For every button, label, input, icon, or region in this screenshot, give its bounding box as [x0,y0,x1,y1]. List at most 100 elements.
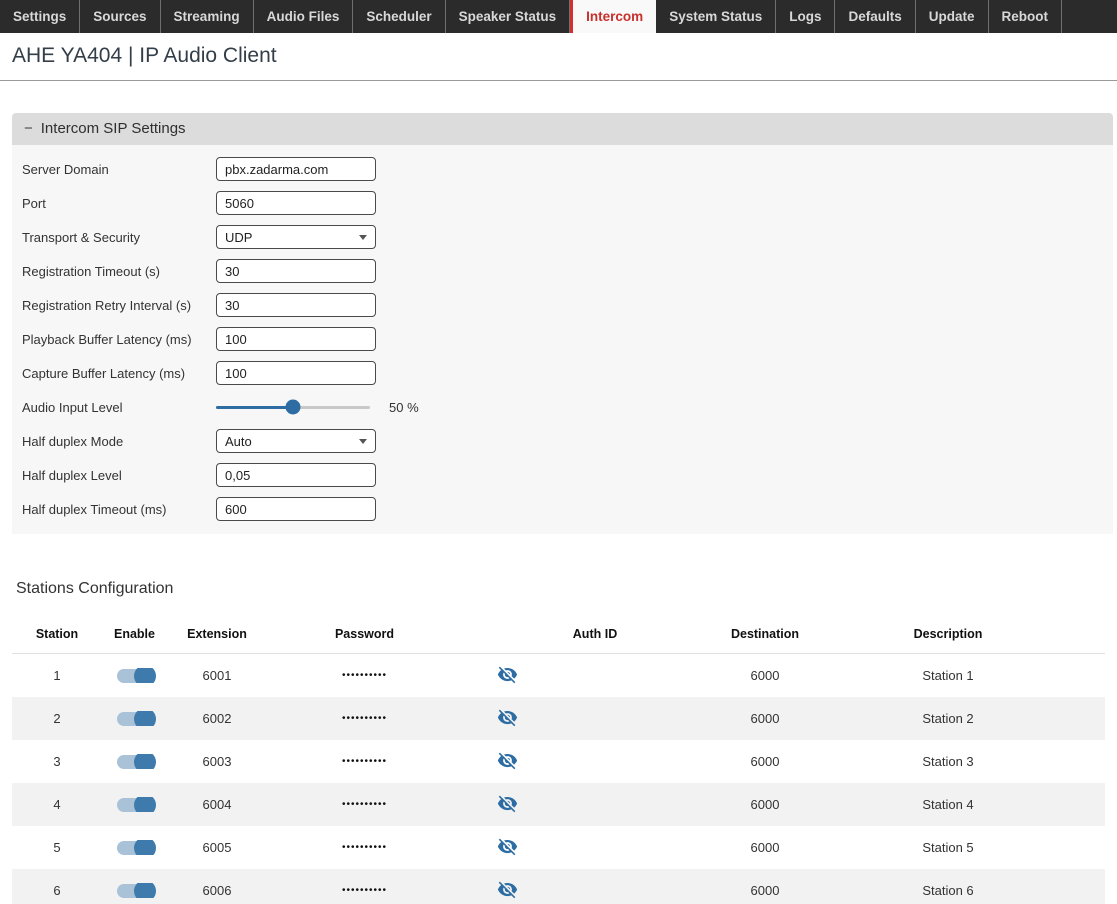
half-duplex-level-input[interactable] [216,463,376,487]
enable-toggle[interactable] [117,712,153,726]
collapse-icon[interactable]: − [24,120,33,137]
password-mask: •••••••••• [267,842,462,853]
tab-streaming[interactable]: Streaming [161,0,254,33]
tab-logs[interactable]: Logs [776,0,835,33]
half-duplex-mode-label: Half duplex Mode [22,434,216,449]
port-input[interactable] [216,191,376,215]
enable-toggle[interactable] [117,884,153,898]
station-number: 1 [12,668,102,683]
tab-speaker-status[interactable]: Speaker Status [446,0,571,33]
description-value: Station 4 [892,797,1004,812]
eye-cell [462,836,552,860]
eye-off-icon[interactable] [497,664,518,685]
table-row: 36003••••••••••6000Station 3 [12,740,1105,783]
tab-sources[interactable]: Sources [80,0,160,33]
transport-security-label: Transport & Security [22,230,216,245]
field-row: Half duplex Timeout (ms) [12,492,1113,526]
eye-off-icon[interactable] [497,836,518,857]
extension-value: 6002 [167,711,267,726]
audio-input-level-value: 50 % [389,400,419,415]
enable-toggle[interactable] [117,755,153,769]
half-duplex-mode-select[interactable]: Auto [216,429,376,453]
password-mask: •••••••••• [267,670,462,681]
capture-buffer-latency-label: Capture Buffer Latency (ms) [22,366,216,381]
registration-retry-interval-label: Registration Retry Interval (s) [22,298,216,313]
tab-audio-files[interactable]: Audio Files [254,0,354,33]
half-duplex-timeout-input[interactable] [216,497,376,521]
tab-defaults[interactable]: Defaults [835,0,915,33]
eye-off-icon[interactable] [497,793,518,814]
registration-retry-interval-input[interactable] [216,293,376,317]
col-password: Password [267,627,462,641]
field-row: Registration Retry Interval (s) [12,288,1113,322]
tab-system-status[interactable]: System Status [656,0,776,33]
enable-toggle-cell [102,797,167,813]
toggle-knob [134,754,156,770]
eye-off-icon[interactable] [497,707,518,728]
enable-toggle[interactable] [117,798,153,812]
half-duplex-level-label: Half duplex Level [22,468,216,483]
destination-value: 6000 [638,883,892,898]
eye-off-icon[interactable] [497,879,518,900]
enable-toggle-cell [102,668,167,684]
col-description: Description [892,627,1004,641]
page-title: AHE YA404 | IP Audio Client [12,44,1105,68]
toggle-knob [134,840,156,856]
transport-security-select[interactable]: UDP [216,225,376,249]
audio-input-level-slider[interactable] [216,395,370,419]
half-duplex-timeout-label: Half duplex Timeout (ms) [22,502,216,517]
extension-value: 6001 [167,668,267,683]
audio-input-level-label: Audio Input Level [22,400,216,415]
playback-buffer-latency-label: Playback Buffer Latency (ms) [22,332,216,347]
tab-update[interactable]: Update [916,0,989,33]
table-row: 1 6001•••••••••• 6000Station 1 [12,654,1105,697]
toggle-knob [134,797,156,813]
panel-header[interactable]: −Intercom SIP Settings [12,113,1113,145]
field-row: Half duplex Level [12,458,1113,492]
stations-title: Stations Configuration [16,580,1105,598]
tab-intercom[interactable]: Intercom [570,0,656,33]
chevron-down-icon [359,235,367,240]
panel-body: Server Domain Port Transport & Security … [12,145,1113,534]
tab-settings[interactable]: Settings [0,0,80,33]
enable-toggle[interactable] [117,841,153,855]
enable-toggle-cell [102,711,167,727]
field-row: Playback Buffer Latency (ms) [12,322,1113,356]
field-row: Transport & Security UDP [12,220,1113,254]
enable-toggle-cell [102,883,167,899]
table-row: 56005••••••••••6000Station 5 [12,826,1105,869]
server-domain-input[interactable] [216,157,376,181]
eye-cell [462,879,552,903]
destination-value: 6000 [638,711,892,726]
capture-buffer-latency-input[interactable] [216,361,376,385]
select-value: UDP [225,230,252,245]
enable-toggle[interactable] [117,669,153,683]
extension-value: 6006 [167,883,267,898]
description-value: Station 1 [892,668,1004,683]
destination-value: 6000 [638,668,892,683]
extension-value: 6003 [167,754,267,769]
table-row: 26002••••••••••6000Station 2 [12,697,1105,740]
eye-cell [462,793,552,817]
col-auth-id: Auth ID [552,627,638,641]
top-nav: Settings Sources Streaming Audio Files S… [0,0,1117,33]
slider-thumb[interactable] [286,400,301,415]
playback-buffer-latency-input[interactable] [216,327,376,351]
extension-value: 6005 [167,840,267,855]
panel-title: Intercom SIP Settings [41,120,186,137]
field-row: Audio Input Level 50 % [12,390,1113,424]
destination-value: 6000 [638,754,892,769]
password-mask: •••••••••• [267,799,462,810]
registration-timeout-input[interactable] [216,259,376,283]
chevron-down-icon [359,439,367,444]
server-domain-label: Server Domain [22,162,216,177]
toggle-knob [134,668,156,684]
stations-table-body: 16001••••••••••6000Station 126002•••••••… [12,654,1105,904]
eye-off-icon[interactable] [497,750,518,771]
field-row: Server Domain [12,152,1113,186]
enable-toggle-cell [102,754,167,770]
col-enable: Enable [102,627,167,641]
tab-reboot[interactable]: Reboot [989,0,1063,33]
eye-cell [462,707,552,731]
tab-scheduler[interactable]: Scheduler [353,0,445,33]
